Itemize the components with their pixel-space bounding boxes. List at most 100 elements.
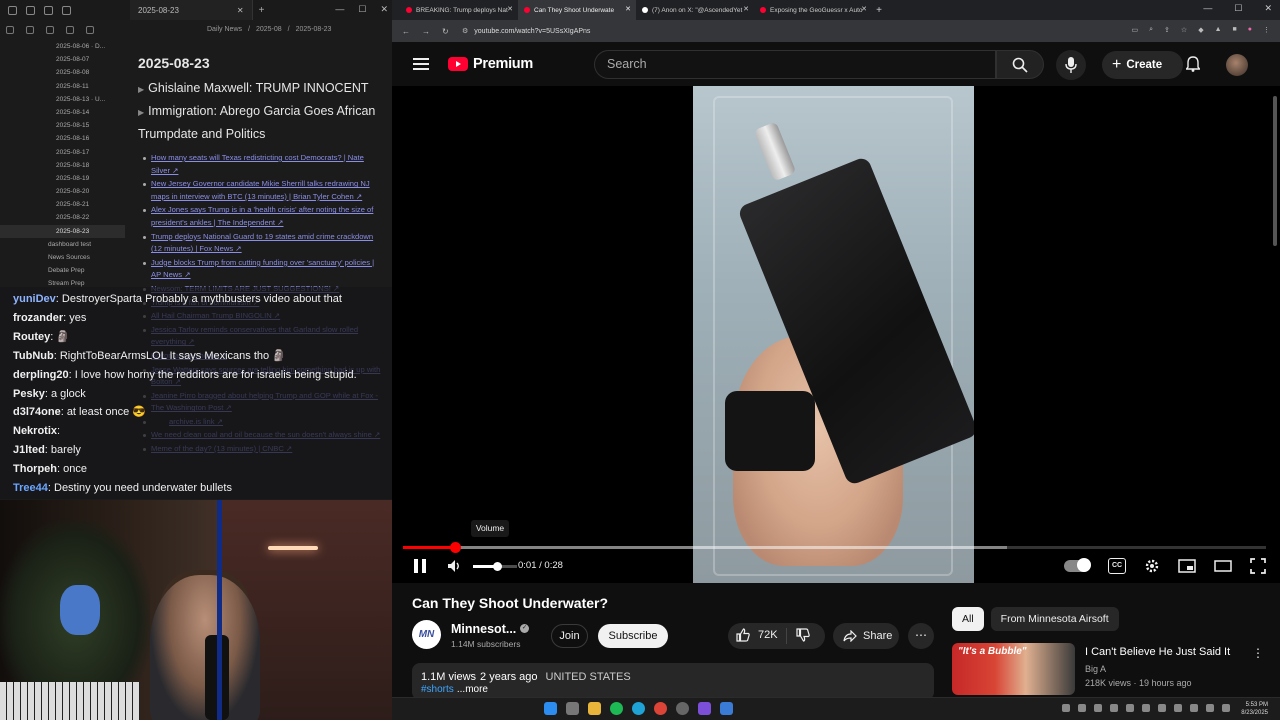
sidebar-item[interactable]: 2025-08-13 · U... — [0, 93, 125, 106]
extension-icon[interactable]: ◆ — [1198, 26, 1203, 34]
video-frame[interactable] — [693, 86, 974, 583]
search-input[interactable]: Search — [594, 50, 996, 79]
chat-username[interactable]: Thorpeh — [13, 463, 57, 475]
browser-tab[interactable]: Can They Shoot Underwate ✕ — [518, 0, 636, 20]
news-link[interactable]: Trump deploys National Guard to 19 state… — [151, 231, 381, 256]
close-icon[interactable]: ✕ — [1264, 3, 1272, 14]
recommended-video[interactable]: "It's a Bubble" I Can't Believe He Just … — [952, 643, 1272, 698]
notes-tab[interactable]: 2025-08-23 ✕ — [130, 0, 253, 20]
settings-gear-icon[interactable] — [1144, 558, 1160, 574]
tray-icon[interactable] — [1142, 704, 1150, 712]
volume-handle[interactable] — [493, 562, 503, 571]
folder-icon[interactable] — [26, 5, 35, 15]
sidebar-item[interactable]: 2025-08-18 — [0, 159, 125, 172]
chat-username[interactable]: TubNub — [13, 350, 54, 362]
bookmark-star-icon[interactable]: ☆ — [1181, 26, 1187, 34]
recommended-title[interactable]: I Can't Believe He Just Said It — [1085, 646, 1230, 658]
chat-username[interactable]: d3l74one — [13, 406, 61, 418]
extension-icon[interactable]: ■ — [1233, 26, 1237, 34]
account-avatar[interactable] — [1226, 54, 1248, 76]
sidebar-item[interactable]: 2025-08-11 — [0, 80, 125, 93]
share-button[interactable]: Share — [833, 623, 899, 649]
sidebar-item[interactable]: 2025-08-19 — [0, 172, 125, 185]
browser-tab[interactable]: (7) Anon on X: "@AscendedYet ✕ — [636, 0, 754, 20]
chat-username[interactable]: yuniDev — [13, 293, 56, 305]
theater-mode-icon[interactable] — [1214, 560, 1232, 572]
compose-icon[interactable] — [6, 26, 14, 34]
channel-name[interactable]: Minnesot... — [451, 622, 516, 636]
browser-tab[interactable]: Exposing the GeoGuessr x Auto ✕ — [754, 0, 872, 20]
site-info-icon[interactable]: ⚙ — [462, 27, 468, 35]
sidebar-item[interactable]: 2025-08-15 — [0, 119, 125, 132]
forward-icon[interactable]: → — [422, 27, 430, 36]
create-button[interactable]: + Create — [1102, 51, 1183, 79]
hashtag-link[interactable]: #shorts — [421, 684, 454, 695]
tray-icon[interactable] — [1158, 704, 1166, 712]
sidebar-item[interactable]: Debate Prep — [0, 264, 125, 277]
breadcrumb-item[interactable]: 2025-08-23 — [296, 26, 332, 33]
url-field[interactable]: youtube.com/watch?v=5USsXIgAPns — [474, 28, 590, 35]
minimize-icon[interactable]: — — [335, 4, 344, 15]
install-icon[interactable]: ▭ — [1132, 26, 1139, 34]
autoplay-toggle[interactable] — [1064, 558, 1091, 572]
new-folder-icon[interactable] — [46, 26, 54, 34]
sidebar-item[interactable]: 2025-08-16 — [0, 132, 125, 145]
recommended-menu-icon[interactable]: ⋮ — [1252, 646, 1264, 660]
news-link[interactable]: New Jersey Governor candidate Mikie Sher… — [151, 178, 381, 203]
sidebar-item[interactable]: 2025-08-20 — [0, 185, 125, 198]
caret-right-icon[interactable]: ▶ — [138, 108, 144, 117]
sidebar-item[interactable]: News Sources — [0, 251, 125, 264]
news-link[interactable]: Alex Jones says Trump is in a 'health cr… — [151, 204, 381, 229]
tab-close-icon[interactable]: ✕ — [625, 5, 631, 13]
tab-close-icon[interactable]: ✕ — [507, 5, 513, 13]
reload-icon[interactable]: ↻ — [442, 27, 449, 36]
file-explorer-icon[interactable] — [588, 702, 601, 715]
notifications-bell-icon[interactable] — [1186, 56, 1200, 72]
chat-username[interactable]: Routey — [13, 331, 50, 343]
sidebar-item[interactable]: 2025-08-14 — [0, 106, 125, 119]
obsidian-icon[interactable] — [698, 702, 711, 715]
join-button[interactable]: Join — [551, 624, 588, 648]
menu-dots-icon[interactable]: ⋮ — [1263, 26, 1270, 34]
sort-icon[interactable] — [66, 26, 74, 34]
show-more-link[interactable]: ...more — [457, 684, 488, 695]
heading-collapsed[interactable]: ▶ Ghislaine Maxwell: TRUMP INNOCENT — [138, 81, 369, 95]
channel-avatar[interactable]: MN — [412, 620, 441, 649]
breadcrumb-item[interactable]: Daily News — [207, 26, 242, 33]
chat-username[interactable]: Pesky — [13, 388, 45, 400]
chrome-icon[interactable] — [654, 702, 667, 715]
menu-icon[interactable] — [413, 58, 429, 70]
start-icon[interactable] — [544, 702, 557, 715]
tray-icon[interactable] — [1062, 704, 1070, 712]
tray-icon[interactable] — [1126, 704, 1134, 712]
volume-icon[interactable] — [447, 558, 463, 574]
more-actions-button[interactable]: ⋯ — [908, 623, 934, 649]
close-icon[interactable]: ✕ — [237, 6, 244, 15]
sidebar-item[interactable]: 2025-08-08 — [0, 66, 125, 79]
chat-username[interactable]: Nekrotix — [13, 425, 57, 437]
search-button[interactable] — [996, 50, 1044, 79]
chip-all[interactable]: All — [952, 607, 984, 631]
search-icon[interactable] — [44, 5, 53, 15]
profile-icon[interactable]: ● — [1248, 26, 1252, 34]
sidebar-item[interactable]: 2025-08-23 — [0, 224, 125, 238]
back-icon[interactable]: ← — [402, 27, 410, 36]
like-button[interactable]: 72K — [736, 628, 778, 642]
recommended-channel[interactable]: Big A — [1085, 664, 1106, 674]
pause-button[interactable] — [414, 559, 428, 573]
sidebar-toggle-icon[interactable] — [8, 5, 17, 15]
bookmark-icon[interactable] — [62, 5, 71, 15]
edge-icon[interactable] — [632, 702, 645, 715]
news-link[interactable]: How many seats will Texas redistricting … — [151, 152, 381, 177]
spotify-icon[interactable] — [610, 702, 623, 715]
new-tab-button[interactable]: + — [872, 5, 886, 16]
chat-username[interactable]: frozander — [13, 312, 63, 324]
minimize-icon[interactable]: — — [1203, 3, 1212, 14]
youtube-logo[interactable]: Premium — [448, 56, 533, 72]
progress-bar[interactable] — [403, 542, 1266, 553]
tray-icon[interactable] — [1174, 704, 1182, 712]
fullscreen-icon[interactable] — [1250, 558, 1266, 574]
chat-username[interactable]: Tree44 — [13, 482, 48, 494]
captions-icon[interactable]: CC — [1108, 558, 1126, 574]
chat-username[interactable]: J1lted — [13, 444, 45, 456]
